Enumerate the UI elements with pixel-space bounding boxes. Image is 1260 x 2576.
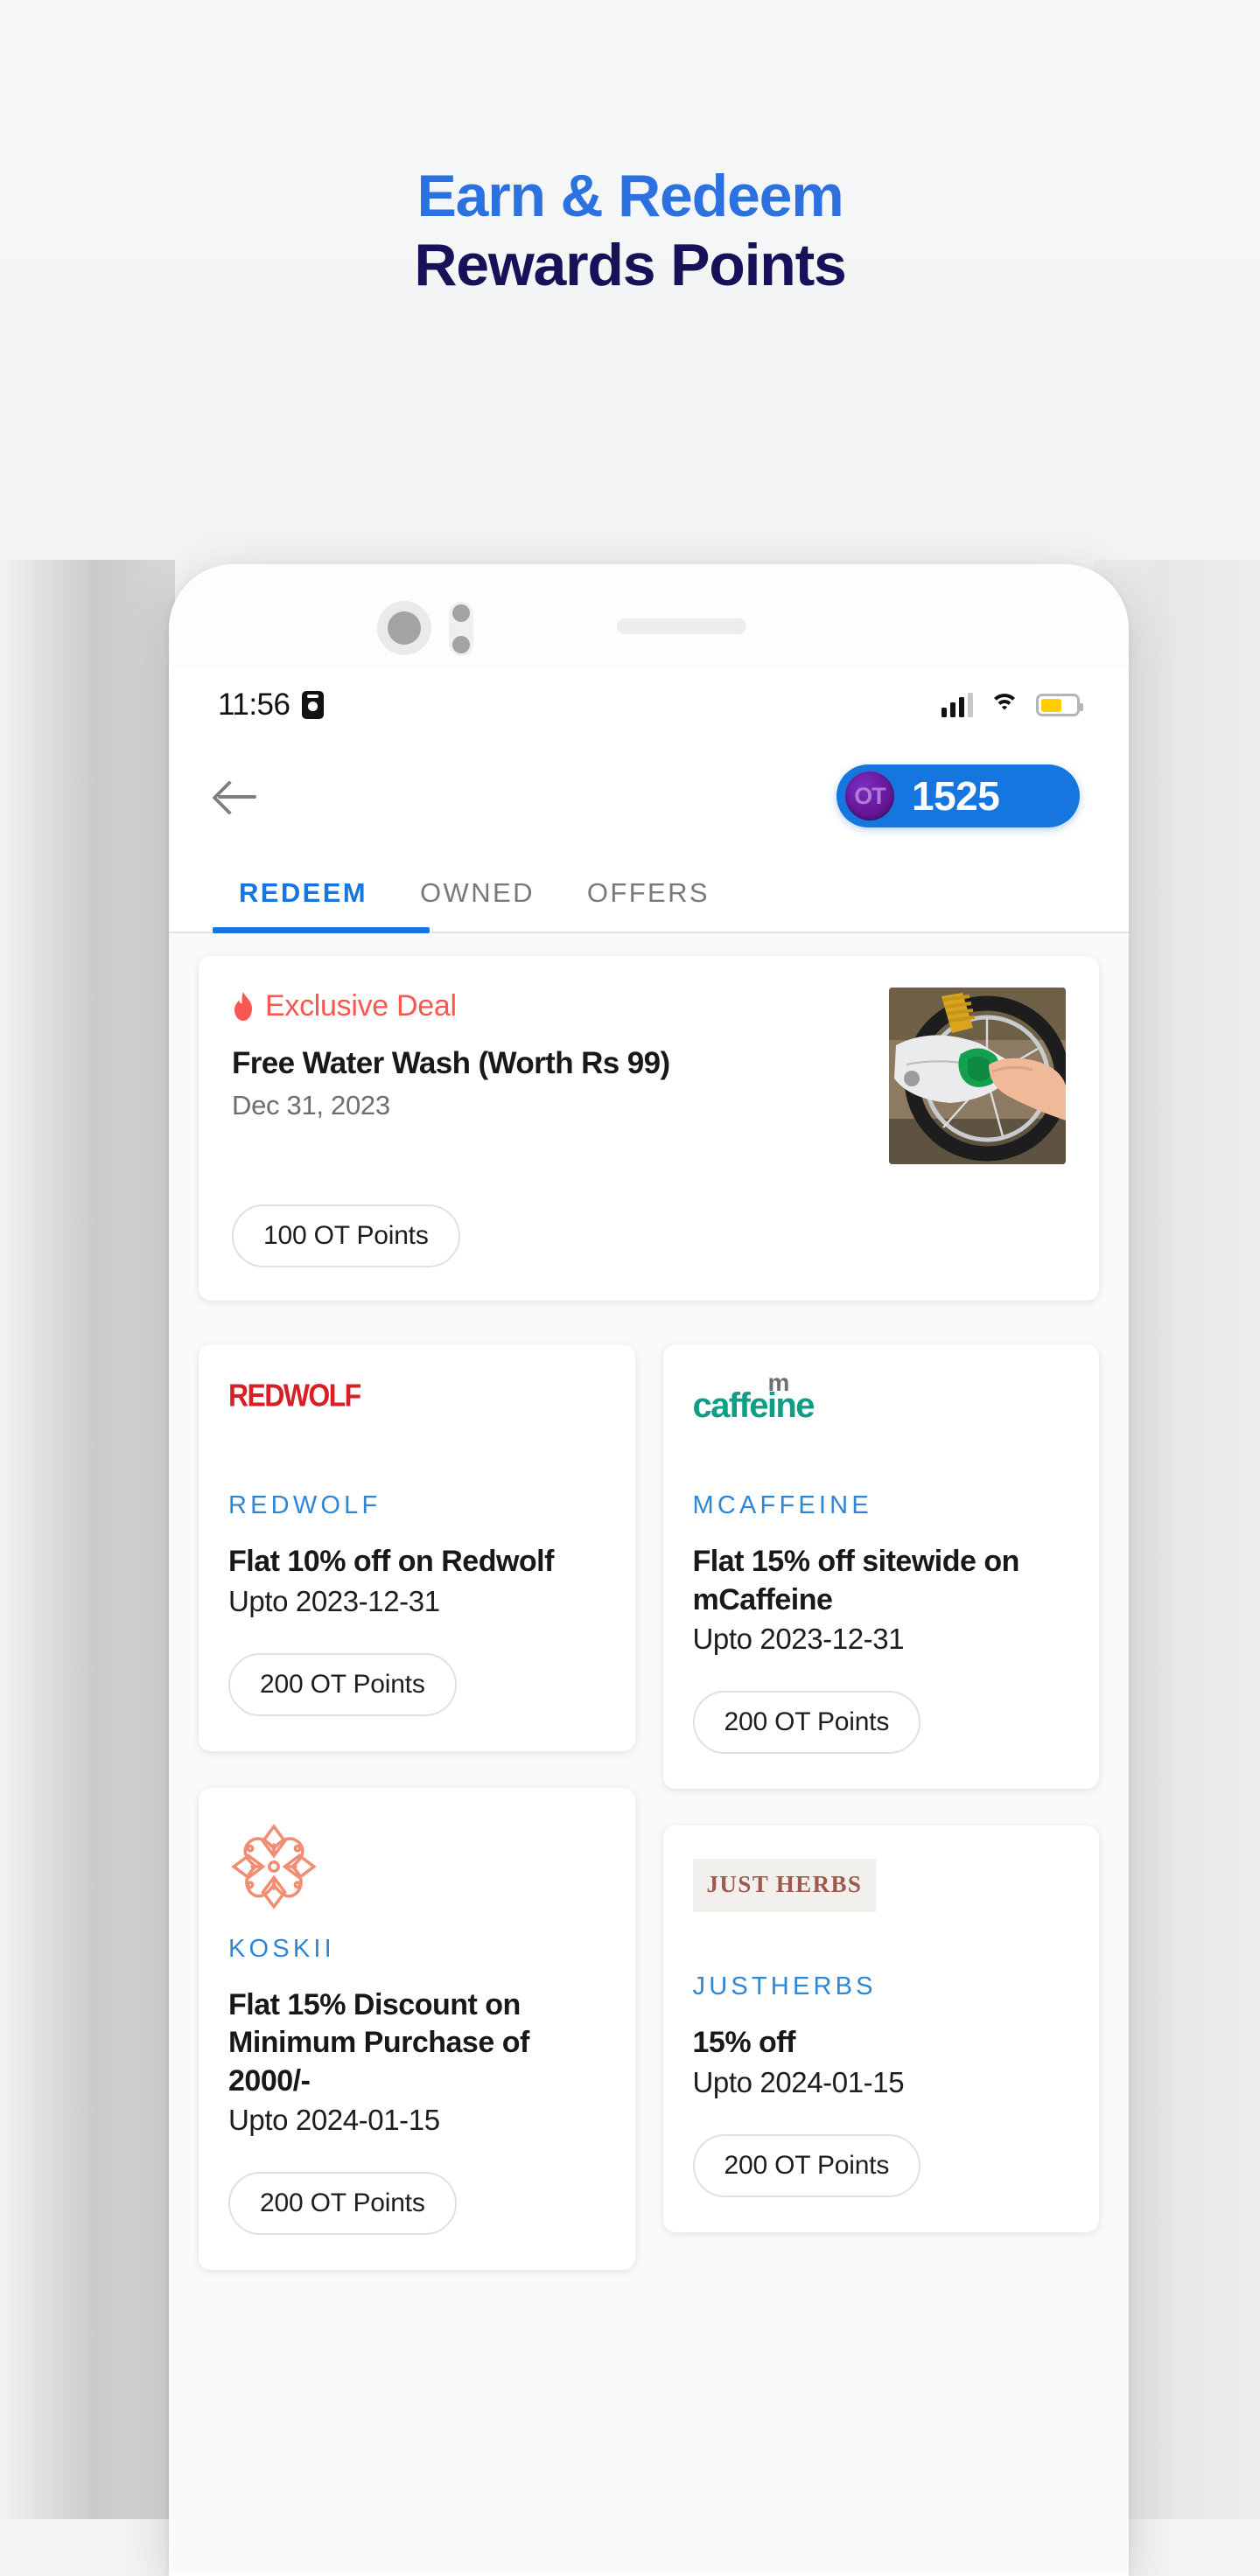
exclusive-deal-date: Dec 31, 2023: [232, 1090, 390, 1120]
offer-validity: Upto 2023-12-31: [692, 1623, 905, 1656]
exclusive-deal-badge: Exclusive Deal: [232, 989, 670, 1023]
offer-points-chip[interactable]: 200 OT Points: [228, 1652, 457, 1716]
status-bar-clock: 11:56: [218, 688, 290, 722]
phone-mockup: 11:56 OT 1525 REDEEM OWNED OFFERS Exclus…: [169, 564, 1129, 2576]
exclusive-deal-thumbnail: [889, 988, 1066, 1164]
offer-card-koskii[interactable]: KOSKII Flat 15% Discount on Minimum Purc…: [199, 1787, 635, 2271]
app-header: OT 1525: [169, 743, 1129, 849]
status-bar-right: [941, 693, 1083, 717]
battery-icon: [1036, 694, 1083, 716]
offer-card-justherbs[interactable]: JUST HERBS JUSTHERBS 15% off Upto 2024-0…: [662, 1826, 1099, 2232]
points-balance-value: 1525: [912, 773, 1000, 819]
back-arrow-icon[interactable]: [213, 771, 263, 821]
exclusive-deal-points-chip[interactable]: 100 OT Points: [232, 1204, 460, 1267]
tab-offers[interactable]: OFFERS: [561, 877, 736, 932]
mcaffeine-logo: m caffeine: [692, 1369, 816, 1425]
offer-title: Flat 15% Discount on Minimum Purchase of…: [228, 1987, 529, 2098]
offer-card-redwolf[interactable]: REDWOLF REDWOLF Flat 10% off on Redwolf …: [199, 1344, 635, 1751]
redwolf-logo: REDWOLF: [228, 1378, 361, 1414]
offers-grid: REDWOLF REDWOLF Flat 10% off on Redwolf …: [199, 1344, 1099, 2271]
offer-validity: Upto 2024-01-15: [228, 2104, 440, 2137]
offer-brand-name: KOSKII: [228, 1934, 335, 1963]
background-shade-left: [0, 560, 175, 2519]
camera-lens-icon: [377, 601, 431, 655]
cellular-signal-icon: [941, 693, 973, 717]
tab-redeem[interactable]: REDEEM: [213, 877, 394, 932]
offer-points-chip[interactable]: 200 OT Points: [692, 2133, 921, 2197]
flame-icon: [232, 991, 255, 1022]
offer-points-chip[interactable]: 200 OT Points: [228, 2172, 457, 2236]
points-balance-badge[interactable]: OT 1525: [836, 764, 1080, 827]
justherbs-logo: JUST HERBS: [692, 1859, 1070, 1953]
offer-title: Flat 15% off sitewide on mCaffeine: [692, 1545, 1020, 1616]
offer-title: Flat 10% off on Redwolf: [228, 1545, 554, 1578]
offer-points-chip[interactable]: 200 OT Points: [692, 1691, 921, 1755]
earpiece-speaker: [617, 618, 746, 634]
exclusive-deal-label: Exclusive Deal: [265, 989, 457, 1023]
offer-validity: Upto 2024-01-15: [692, 2065, 905, 2098]
contact-card-icon: [301, 691, 324, 719]
wifi-icon: [990, 694, 1019, 716]
exclusive-deal-title: Free Water Wash (Worth Rs 99): [232, 1046, 670, 1080]
camera-sensors-icon: [449, 602, 473, 656]
tab-bar: REDEEM OWNED OFFERS: [169, 849, 1129, 933]
redeem-list: Exclusive Deal Free Water Wash (Worth Rs…: [169, 933, 1129, 2573]
offers-column-left: REDWOLF REDWOLF Flat 10% off on Redwolf …: [199, 1344, 635, 2271]
offer-brand-name: REDWOLF: [228, 1491, 382, 1519]
tab-owned[interactable]: OWNED: [394, 877, 561, 932]
status-bar-left: 11:56: [218, 688, 324, 723]
offer-validity: Upto 2023-12-31: [228, 1584, 440, 1617]
exclusive-deal-card[interactable]: Exclusive Deal Free Water Wash (Worth Rs…: [199, 956, 1099, 1301]
promo-headline-line2: Rewards Points: [414, 231, 847, 298]
offers-column-right: m caffeine MCAFFEINE Flat 15% off sitewi…: [662, 1344, 1099, 2270]
ot-coin-icon: OT: [845, 771, 894, 820]
device-top-bezel: [169, 564, 1129, 667]
offer-brand-name: MCAFFEINE: [692, 1491, 872, 1519]
offer-title: 15% off: [692, 2026, 796, 2060]
offer-card-mcaffeine[interactable]: m caffeine MCAFFEINE Flat 15% off sitewi…: [662, 1344, 1099, 1790]
koskii-ornament-logo: [228, 1821, 606, 1916]
active-tab-indicator: [213, 927, 430, 933]
promo-banner: Earn & Redeem Rewards Points: [0, 0, 1260, 542]
status-bar: 11:56: [169, 667, 1129, 743]
promo-headline-line1: Earn & Redeem: [416, 163, 844, 229]
offer-brand-name: JUSTHERBS: [692, 1972, 877, 2001]
